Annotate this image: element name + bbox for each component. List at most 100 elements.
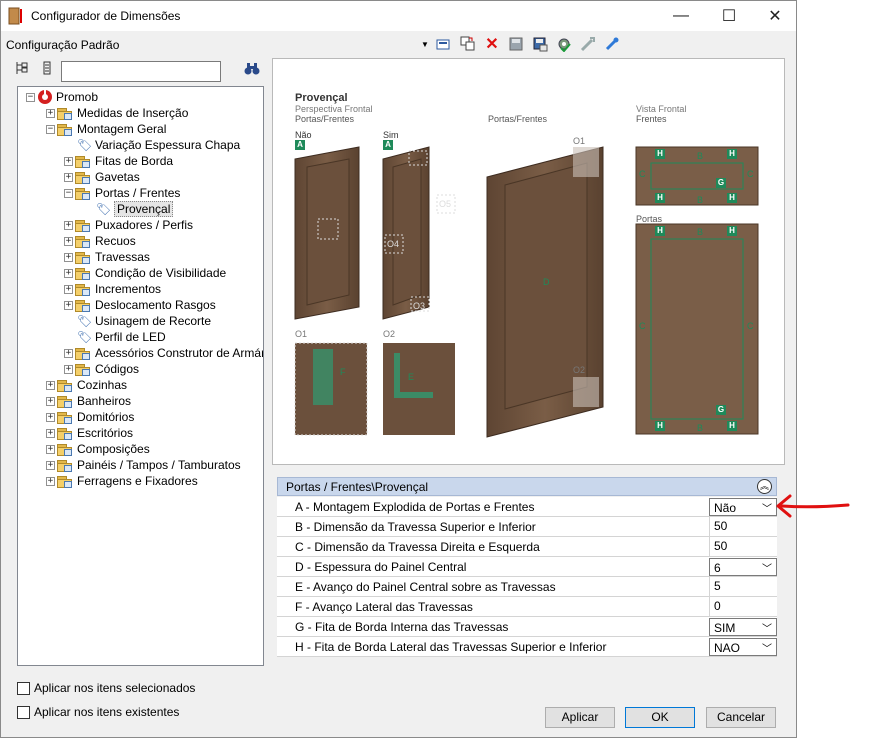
- property-row[interactable]: H - Fita de Borda Lateral das Travessas …: [277, 637, 777, 657]
- collapse-toggle-icon[interactable]: −: [46, 124, 55, 134]
- tree-node[interactable]: + Recuos: [64, 233, 136, 249]
- expand-toggle-icon[interactable]: +: [46, 476, 55, 486]
- property-row[interactable]: E - Avanço do Painel Central sobre as Tr…: [277, 577, 777, 597]
- property-row[interactable]: D - Espessura do Painel Central 6 ﹀: [277, 557, 777, 577]
- property-row[interactable]: G - Fita de Borda Interna das Travessas S…: [277, 617, 777, 637]
- tree-node[interactable]: + Ferragens e Fixadores: [46, 473, 198, 489]
- tree-node[interactable]: + Escritórios: [46, 425, 133, 441]
- property-value: 5: [714, 579, 721, 593]
- chevron-down-icon[interactable]: ﹀: [762, 560, 772, 575]
- tree-node[interactable]: + Acessórios Construtor de Armários: [64, 345, 263, 361]
- apply-button[interactable]: Aplicar: [545, 707, 615, 728]
- property-row[interactable]: C - Dimensão da Travessa Direita e Esque…: [277, 537, 777, 557]
- cancel-button[interactable]: Cancelar: [706, 707, 776, 728]
- tree-label: Portas / Frentes: [95, 186, 181, 200]
- tree-node[interactable]: + Cozinhas: [46, 377, 127, 393]
- tree-node[interactable]: + Travessas: [64, 249, 150, 265]
- apply-selected-checkbox[interactable]: [17, 681, 30, 695]
- expand-toggle-icon[interactable]: +: [64, 300, 73, 310]
- tree-label: Composições: [77, 442, 150, 456]
- property-group-header[interactable]: Portas / Frentes\Provençal ︽: [277, 477, 777, 496]
- expand-all-icon[interactable]: [15, 61, 29, 78]
- delete-icon[interactable]: ✕: [483, 35, 501, 53]
- o4-label: O4: [387, 239, 400, 249]
- collapse-toggle-icon[interactable]: −: [26, 92, 35, 102]
- minimize-button[interactable]: —: [657, 1, 705, 31]
- tree-node[interactable]: − Portas / Frentes: [64, 185, 180, 201]
- property-dropdown[interactable]: NAO ﹀: [709, 638, 777, 656]
- property-value-field[interactable]: 50: [709, 537, 777, 556]
- export-icon[interactable]: [579, 35, 597, 53]
- expand-toggle-icon[interactable]: +: [46, 428, 55, 438]
- configuration-icon[interactable]: [435, 35, 453, 53]
- tree-node[interactable]: + Medidas de Inserção: [46, 105, 188, 121]
- import-icon[interactable]: [603, 35, 621, 53]
- save-icon[interactable]: [507, 35, 525, 53]
- tree-node[interactable]: + Códigos: [64, 361, 139, 377]
- maximize-button[interactable]: ☐: [705, 1, 753, 31]
- expand-toggle-icon[interactable]: +: [64, 348, 73, 358]
- expand-toggle-icon[interactable]: +: [46, 444, 55, 454]
- tree-node[interactable]: + Banheiros: [46, 393, 131, 409]
- expand-toggle-icon[interactable]: +: [64, 156, 73, 166]
- tree-node[interactable]: + Deslocamento Rasgos: [64, 297, 216, 313]
- collapse-toggle-icon[interactable]: −: [64, 188, 73, 198]
- save-as-icon[interactable]: [531, 35, 549, 53]
- category-tree[interactable]: − Promob + Medidas de Inserção − Montage…: [17, 86, 264, 666]
- property-dropdown[interactable]: 6 ﹀: [709, 558, 777, 576]
- expand-toggle-icon[interactable]: +: [64, 236, 73, 246]
- tree-node[interactable]: + Incrementos: [64, 281, 161, 297]
- tree-node-selected[interactable]: 🏷 Provençal: [96, 201, 174, 217]
- tree-node[interactable]: + Domitórios: [46, 409, 134, 425]
- tree-node[interactable]: + Painéis / Tampos / Tamburatos: [46, 457, 241, 473]
- search-input[interactable]: [61, 61, 221, 82]
- property-dropdown[interactable]: SIM ﹀: [709, 618, 777, 636]
- window-title: Configurador de Dimensões: [31, 9, 181, 23]
- expand-toggle-icon[interactable]: +: [46, 380, 55, 390]
- expand-toggle-icon[interactable]: +: [64, 220, 73, 230]
- tree-node[interactable]: + Gavetas: [64, 169, 140, 185]
- tree-node-promob[interactable]: − Promob: [26, 89, 98, 105]
- expand-toggle-icon[interactable]: +: [64, 252, 73, 262]
- property-value-field[interactable]: 50: [709, 517, 777, 536]
- property-dropdown[interactable]: Não ﹀: [709, 498, 777, 516]
- property-row[interactable]: A - Montagem Explodida de Portas e Frent…: [277, 497, 777, 517]
- expand-toggle-icon[interactable]: +: [46, 108, 55, 118]
- copy-configuration-icon[interactable]: [459, 35, 477, 53]
- chevron-down-icon[interactable]: ﹀: [762, 640, 772, 655]
- property-value-field[interactable]: 0: [709, 597, 777, 616]
- expand-toggle-icon[interactable]: +: [46, 460, 55, 470]
- tree-node[interactable]: 🏷 Usinagem de Recorte: [77, 313, 211, 329]
- tree-node[interactable]: 🏷 Perfil de LED: [77, 329, 166, 345]
- expand-toggle-icon[interactable]: +: [64, 268, 73, 278]
- expand-toggle-icon[interactable]: +: [64, 172, 73, 182]
- find-icon[interactable]: [244, 62, 260, 79]
- tree-node[interactable]: + Composições: [46, 441, 150, 457]
- expand-toggle-icon[interactable]: +: [46, 396, 55, 406]
- property-label: F - Avanço Lateral das Travessas: [295, 600, 473, 614]
- tree-node[interactable]: − Montagem Geral: [46, 121, 166, 137]
- chevron-down-icon[interactable]: ﹀: [762, 500, 772, 515]
- apply-existing-checkbox[interactable]: [17, 705, 30, 719]
- collapse-all-icon[interactable]: [41, 61, 55, 78]
- apply-existing-option[interactable]: Aplicar nos itens existentes: [17, 705, 179, 719]
- collapse-up-icon[interactable]: ︽: [757, 479, 772, 494]
- expand-toggle-icon[interactable]: +: [64, 284, 73, 294]
- tag-h: H: [655, 193, 665, 203]
- property-row[interactable]: B - Dimensão da Travessa Superior e Infe…: [277, 517, 777, 537]
- apply-selected-option[interactable]: Aplicar nos itens selecionados: [17, 681, 195, 695]
- o1-label: O1: [295, 329, 308, 339]
- tree-node[interactable]: + Condição de Visibilidade: [64, 265, 226, 281]
- expand-toggle-icon[interactable]: +: [46, 412, 55, 422]
- settings-icon[interactable]: [555, 35, 573, 53]
- close-button[interactable]: ✕: [751, 1, 799, 31]
- property-value-field[interactable]: 5: [709, 577, 777, 596]
- dropdown-arrow-icon[interactable]: ▼: [421, 35, 429, 53]
- tree-node[interactable]: 🏷 Variação Espessura Chapa: [77, 137, 240, 153]
- chevron-down-icon[interactable]: ﹀: [762, 620, 772, 635]
- tree-node[interactable]: + Puxadores / Perfis: [64, 217, 193, 233]
- expand-toggle-icon[interactable]: +: [64, 364, 73, 374]
- tree-node[interactable]: + Fitas de Borda: [64, 153, 173, 169]
- property-row[interactable]: F - Avanço Lateral das Travessas 0: [277, 597, 777, 617]
- ok-button[interactable]: OK: [625, 707, 695, 728]
